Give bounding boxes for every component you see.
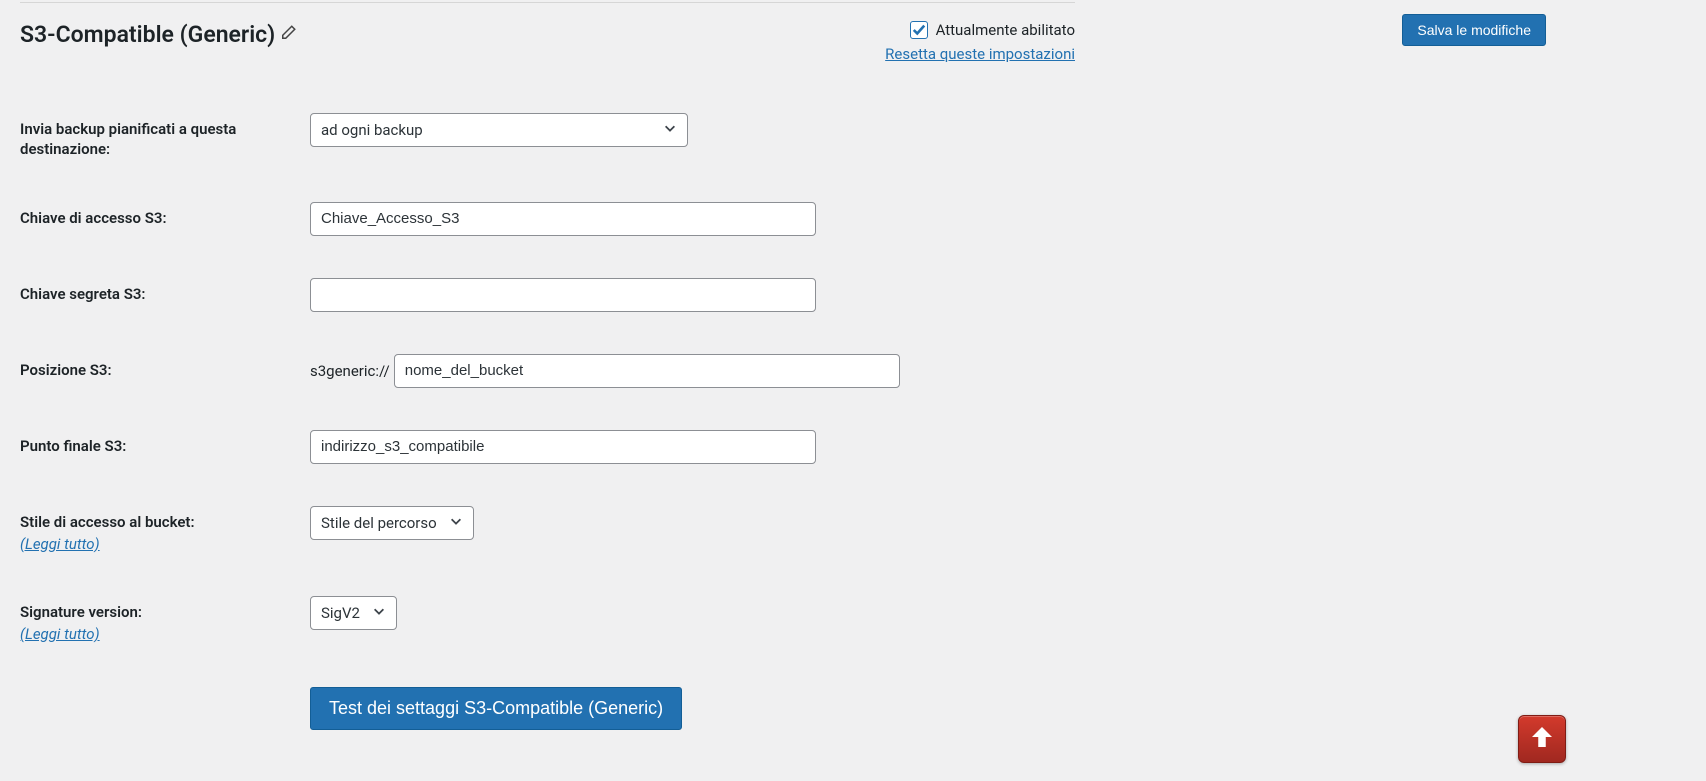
select-signature-version[interactable]: SigV2	[310, 596, 397, 630]
link-sigversion-readmore[interactable]: (Leggi tutto)	[20, 624, 310, 644]
label-s3-endpoint: Punto finale S3:	[20, 430, 310, 456]
enabled-label: Attualmente abilitato	[936, 21, 1075, 39]
test-settings-button[interactable]: Test dei settaggi S3-Compatible (Generic…	[310, 687, 682, 730]
edit-icon[interactable]	[279, 21, 297, 48]
reset-settings-link[interactable]: Resetta queste impostazioni	[885, 45, 1075, 63]
scroll-to-top-button[interactable]	[1518, 715, 1566, 763]
select-send-frequency[interactable]: ad ogni backup	[310, 113, 688, 147]
save-changes-button[interactable]: Salva le modifiche	[1402, 14, 1546, 46]
section-title: S3-Compatible (Generic)	[20, 21, 297, 48]
label-secret-key: Chiave segreta S3:	[20, 278, 310, 304]
label-send-frequency: Invia backup pianificati a questa destin…	[20, 113, 310, 160]
label-access-key: Chiave di accesso S3:	[20, 202, 310, 228]
location-prefix: s3generic://	[310, 362, 390, 380]
enabled-checkbox[interactable]	[910, 21, 928, 39]
chevron-down-icon	[372, 604, 386, 622]
link-bucket-style-readmore[interactable]: (Leggi tutto)	[20, 534, 310, 554]
select-bucket-style[interactable]: Stile del percorso	[310, 506, 474, 540]
chevron-down-icon	[663, 121, 677, 139]
arrow-up-icon	[1527, 722, 1557, 756]
label-s3-location: Posizione S3:	[20, 354, 310, 380]
input-s3-endpoint[interactable]	[310, 430, 816, 464]
chevron-down-icon	[449, 514, 463, 532]
section-title-text: S3-Compatible (Generic)	[20, 21, 275, 48]
label-signature-version: Signature version:	[20, 603, 142, 621]
input-secret-key[interactable]	[310, 278, 816, 312]
label-bucket-style: Stile di accesso al bucket:	[20, 513, 195, 531]
input-s3-location[interactable]	[394, 354, 900, 388]
input-access-key[interactable]	[310, 202, 816, 236]
